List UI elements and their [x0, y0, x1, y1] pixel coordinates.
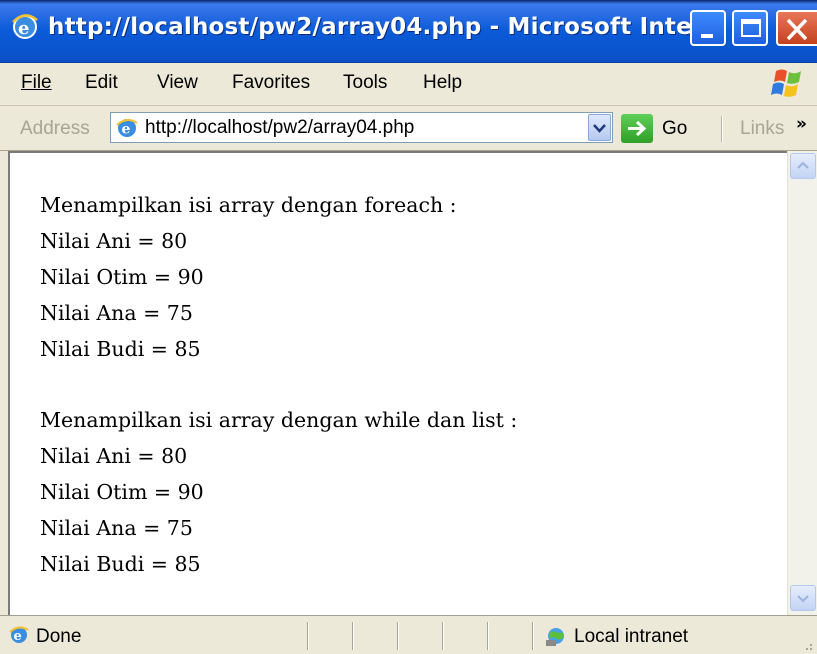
- menu-help-label: Help: [423, 72, 463, 93]
- page-viewport: Menampilkan isi array dengan foreach : N…: [8, 151, 817, 615]
- svg-text:e: e: [18, 18, 29, 39]
- close-icon: [786, 18, 808, 41]
- address-url: http://localhost/pw2/array04.php: [145, 117, 415, 138]
- address-bar: Address e http://localhost/pw2/array04.p…: [0, 106, 817, 151]
- go-arrow-icon: [628, 120, 647, 137]
- minimize-button[interactable]: [690, 10, 726, 46]
- chevron-down-icon: [797, 595, 809, 603]
- page-content: Menampilkan isi array dengan foreach : N…: [40, 187, 517, 582]
- address-label: Address: [20, 118, 90, 139]
- menu-file-label: File: [21, 72, 52, 93]
- scroll-down-button[interactable]: [790, 585, 816, 611]
- minimize-icon: [701, 34, 713, 38]
- list-item: Nilai Budi = 85: [40, 337, 201, 361]
- links-chevron-icon[interactable]: »: [796, 114, 807, 134]
- svg-text:e: e: [14, 629, 22, 644]
- status-separator: [532, 622, 534, 650]
- list-item: Nilai Otim = 90: [40, 265, 204, 289]
- maximize-button[interactable]: [732, 10, 768, 46]
- chevron-up-icon: [797, 161, 809, 169]
- windows-logo-icon: [771, 69, 801, 97]
- close-button[interactable]: [776, 10, 817, 46]
- toolbar-separator: [721, 116, 723, 142]
- menu-view[interactable]: View: [157, 72, 198, 94]
- menu-view-label: View: [157, 72, 198, 93]
- links-label[interactable]: Links: [740, 118, 784, 140]
- status-separator: [307, 622, 309, 650]
- menu-bar: File Edit View Favorites Tools Help: [0, 63, 817, 106]
- status-separator: [487, 622, 489, 650]
- list-item: Nilai Ani = 80: [40, 229, 188, 253]
- while-list-heading: Menampilkan isi array dengan while dan l…: [40, 408, 518, 432]
- browser-window: e http://localhost/pw2/array04.php - Mic…: [0, 0, 817, 654]
- status-separator: [397, 622, 399, 650]
- go-button[interactable]: [621, 114, 653, 143]
- chevron-down-icon: [593, 124, 606, 133]
- window-title: http://localhost/pw2/array04.php - Micro…: [48, 14, 727, 40]
- svg-text:e: e: [122, 122, 131, 138]
- page-icon: e: [116, 119, 138, 138]
- list-item: Nilai Otim = 90: [40, 480, 204, 504]
- status-separator: [352, 622, 354, 650]
- menu-help[interactable]: Help: [423, 72, 462, 94]
- menu-edit[interactable]: Edit: [85, 72, 118, 94]
- status-separator: [442, 622, 444, 650]
- address-dropdown-button[interactable]: [588, 114, 611, 141]
- menu-file[interactable]: File: [21, 72, 52, 94]
- page-done-icon: e: [9, 626, 29, 644]
- status-bar: e Done Local intranet: [0, 615, 817, 654]
- ie-logo-icon: e: [12, 14, 38, 39]
- list-item: Nilai Budi = 85: [40, 552, 201, 576]
- menu-edit-label: Edit: [85, 72, 118, 93]
- address-input[interactable]: e http://localhost/pw2/array04.php: [110, 112, 613, 143]
- go-label[interactable]: Go: [662, 118, 687, 140]
- list-item: Nilai Ani = 80: [40, 444, 188, 468]
- resize-grip-icon[interactable]: [800, 638, 814, 652]
- list-item: Nilai Ana = 75: [40, 301, 193, 325]
- menu-favorites[interactable]: Favorites: [232, 72, 310, 94]
- list-item: Nilai Ana = 75: [40, 516, 193, 540]
- network-icon: [546, 628, 564, 646]
- maximize-icon: [741, 19, 761, 37]
- vertical-scrollbar[interactable]: [787, 151, 817, 615]
- menu-favorites-label: Favorites: [232, 72, 311, 93]
- foreach-heading: Menampilkan isi array dengan foreach :: [40, 193, 457, 217]
- menu-tools[interactable]: Tools: [343, 72, 387, 94]
- title-bar[interactable]: e http://localhost/pw2/array04.php - Mic…: [0, 0, 817, 63]
- status-text: Done: [36, 626, 82, 647]
- security-zone: Local intranet: [574, 626, 689, 647]
- scroll-up-button[interactable]: [790, 153, 816, 179]
- menu-tools-label: Tools: [343, 72, 388, 93]
